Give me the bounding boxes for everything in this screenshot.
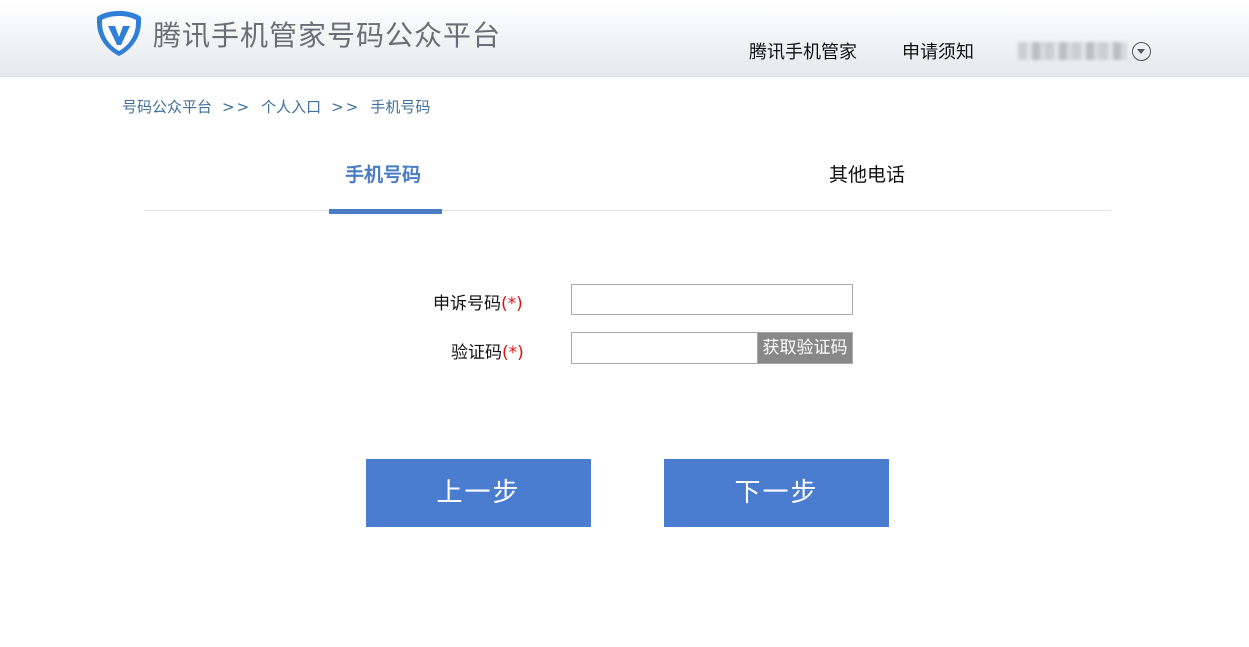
appeal-phone-input[interactable]	[571, 284, 853, 315]
prev-step-button[interactable]: 上一步	[366, 459, 591, 527]
tabs-divider	[144, 210, 1111, 211]
breadcrumb-separator: >>	[331, 98, 361, 116]
site-title: 腾讯手机管家号码公众平台	[153, 19, 502, 52]
shield-v-icon[interactable]	[95, 8, 143, 58]
header-bar: 腾讯手机管家号码公众平台 腾讯手机管家 申请须知	[0, 0, 1249, 77]
user-name-blurred[interactable]	[1018, 42, 1127, 60]
required-mark: (*)	[501, 294, 523, 314]
code-label-text: 验证码	[451, 343, 502, 363]
verification-code-input[interactable]	[571, 332, 758, 364]
chevron-down-icon[interactable]	[1132, 42, 1151, 61]
breadcrumb-item-mobile[interactable]: 手机号码	[370, 96, 430, 117]
next-step-button[interactable]: 下一步	[664, 459, 889, 527]
get-code-button[interactable]: 获取验证码	[757, 332, 853, 364]
breadcrumb-item-platform[interactable]: 号码公众平台	[122, 96, 212, 117]
nav-link-guanjia[interactable]: 腾讯手机管家	[749, 38, 857, 64]
code-label: 验证码(*)	[451, 338, 524, 363]
phone-label-text: 申诉号码	[433, 294, 501, 314]
tab-other-phone[interactable]: 其他电话	[829, 160, 905, 187]
required-mark: (*)	[502, 343, 524, 363]
tab-mobile-number[interactable]: 手机号码	[345, 160, 421, 187]
breadcrumb-separator: >>	[222, 98, 252, 116]
nav-link-apply-notice[interactable]: 申请须知	[902, 38, 974, 64]
breadcrumb: 号码公众平台 >> 个人入口 >> 手机号码	[122, 96, 430, 117]
active-tab-indicator	[329, 209, 442, 214]
phone-label: 申诉号码(*)	[433, 289, 523, 314]
breadcrumb-item-personal[interactable]: 个人入口	[261, 96, 321, 117]
